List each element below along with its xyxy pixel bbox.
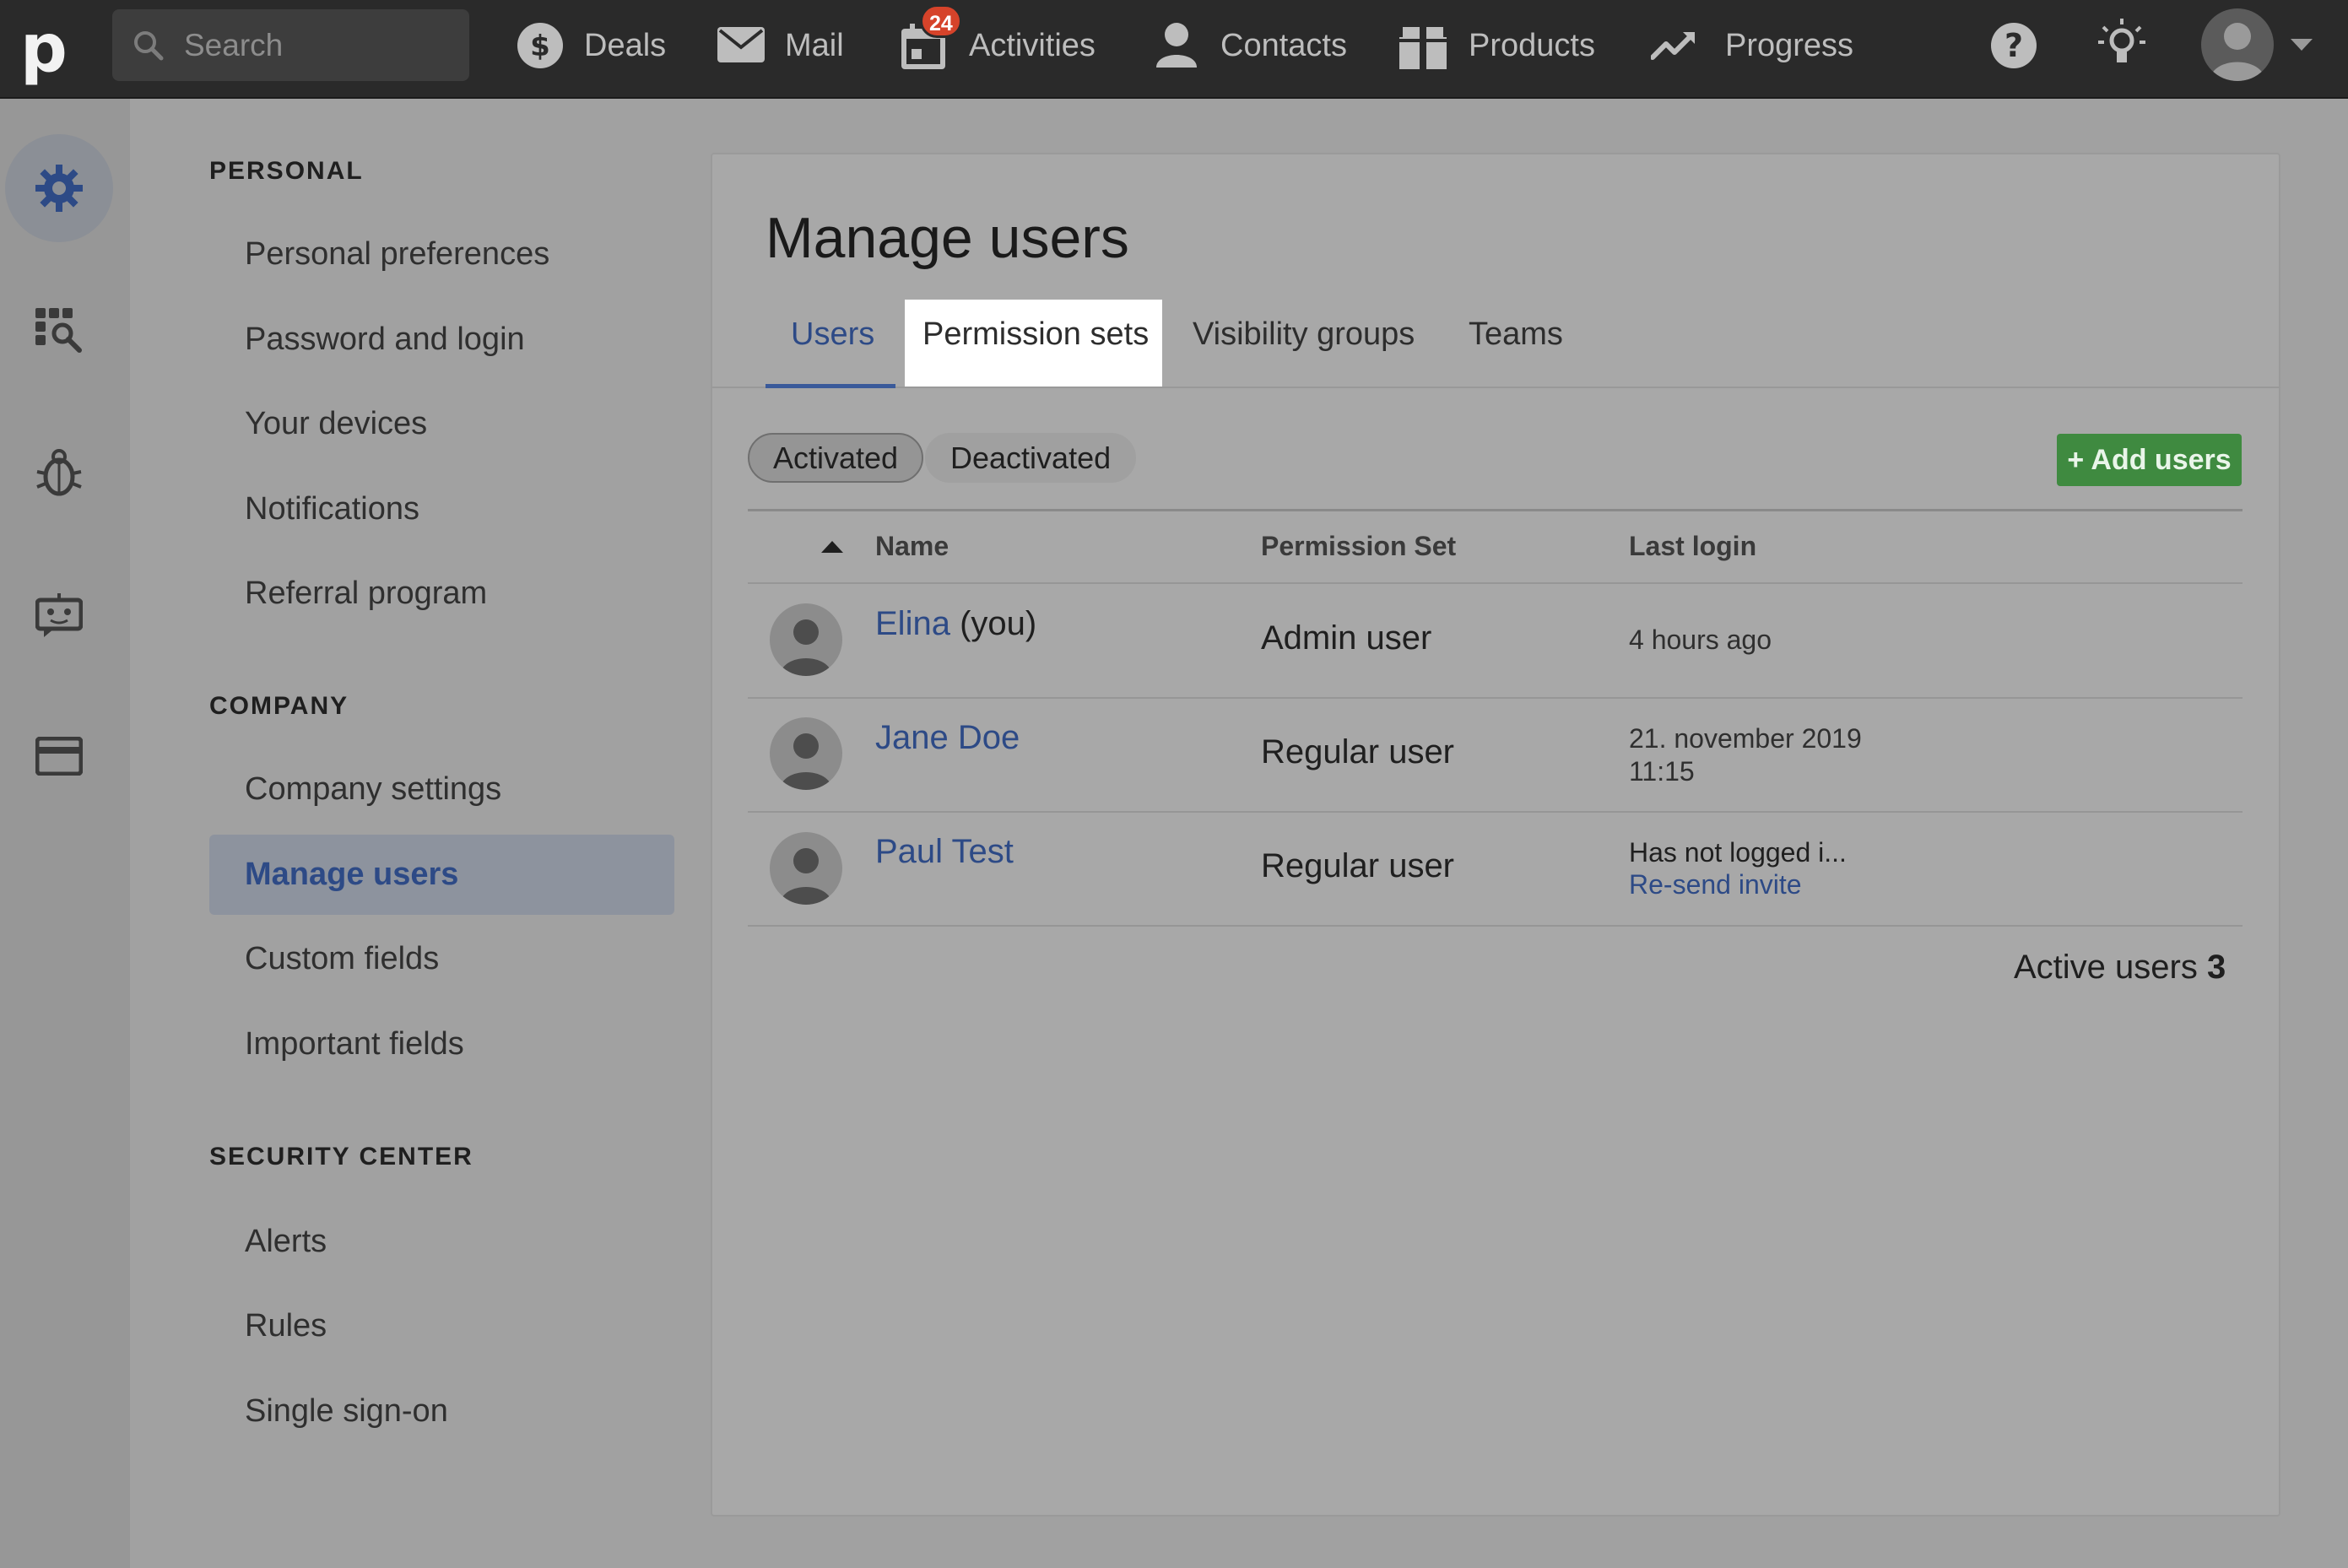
tab-permission-sets[interactable]: Permission sets (922, 316, 1149, 353)
sidebar-item-rules[interactable]: Rules (245, 1308, 327, 1344)
gear-icon[interactable] (35, 165, 83, 212)
sidebar-item-password-and-login[interactable]: Password and login (245, 322, 525, 358)
permission-set-value: Regular user (1261, 847, 1455, 884)
sidebar-item-single-sign-on[interactable]: Single sign-on (245, 1393, 448, 1430)
page-title: Manage users (766, 206, 1129, 270)
user-name-link[interactable]: Elina (875, 605, 950, 642)
row-divider (748, 811, 2243, 813)
avatar-placeholder-icon (780, 619, 832, 676)
permission-set-value: Admin user (1261, 619, 1432, 657)
grid-search-icon[interactable] (35, 308, 83, 355)
chevron-down-icon[interactable] (2291, 39, 2313, 52)
avatar-placeholder-icon (780, 848, 832, 905)
nav-label: Progress (1725, 28, 1854, 63)
activities-badge: 24 (920, 4, 962, 38)
user-avatar (770, 832, 842, 905)
last-login-value: 4 hours ago (1629, 624, 1772, 655)
sidebar-item-alerts[interactable]: Alerts (245, 1224, 327, 1260)
user-avatar (770, 717, 842, 790)
tab-visibility-groups[interactable]: Visibility groups (1193, 316, 1415, 353)
progress-icon (1651, 32, 1695, 60)
active-users-count: Active users 3 (2014, 949, 2226, 987)
last-login-date: 21. november 2019 (1629, 723, 1862, 754)
user-name-link[interactable]: Paul Test (875, 833, 1014, 871)
avatar-placeholder-icon (780, 733, 832, 790)
credit-card-icon[interactable] (35, 737, 83, 776)
search-input[interactable] (184, 24, 454, 67)
add-users-button[interactable]: + Add users (2057, 434, 2242, 486)
sidebar-item-manage-users[interactable]: Manage users (245, 857, 458, 893)
sidebar-item-custom-fields[interactable]: Custom fields (245, 941, 439, 977)
nav-label: Mail (785, 28, 844, 63)
products-icon (1399, 27, 1447, 69)
tabs-divider (711, 387, 2280, 388)
sidebar-item-company-settings[interactable]: Company settings (245, 771, 501, 808)
sidebar-item-personal-preferences[interactable]: Personal preferences (245, 236, 549, 273)
search-box[interactable] (112, 9, 469, 81)
active-users-number: 3 (2206, 949, 2226, 986)
nav-label: Deals (584, 28, 667, 63)
chat-bot-icon[interactable] (35, 592, 83, 639)
sort-ascending-icon[interactable] (821, 541, 843, 554)
row-divider (748, 697, 2243, 699)
dollar-icon: $ (517, 23, 563, 68)
nav-activities[interactable]: 24 Activities (901, 0, 1104, 93)
row-divider (748, 582, 2243, 584)
nav-label: Activities (969, 28, 1096, 63)
sidebar-item-referral-program[interactable]: Referral program (245, 576, 487, 612)
nav-contacts[interactable]: Contacts (1155, 0, 1357, 93)
contacts-icon (1156, 23, 1197, 68)
tab-users[interactable]: Users (791, 316, 874, 353)
lightbulb-icon[interactable] (2096, 17, 2147, 71)
last-login-time: 11:15 (1629, 756, 1695, 787)
sidebar-item-important-fields[interactable]: Important fields (245, 1026, 464, 1062)
svg-text:?: ? (2004, 27, 2023, 64)
resend-invite-link[interactable]: Re-send invite (1629, 869, 1802, 900)
user-avatar-menu[interactable] (2201, 8, 2274, 81)
column-header-name[interactable]: Name (875, 531, 949, 562)
avatar (2210, 23, 2265, 81)
row-divider (748, 925, 2243, 927)
filter-deactivated[interactable]: Deactivated (925, 433, 1137, 483)
top-navigation-bar: p $ Deals Mail 24 Activities (0, 0, 2348, 99)
nav-progress[interactable]: Progress (1651, 0, 1853, 93)
last-login-value: Has not logged i... (1629, 837, 1847, 868)
active-users-label: Active users (2014, 949, 2198, 986)
permission-set-value: Regular user (1261, 733, 1455, 770)
settings-rail (0, 99, 130, 1568)
column-header-permission-set[interactable]: Permission Set (1261, 531, 1456, 562)
nav-mail[interactable]: Mail (717, 0, 852, 93)
nav-deals[interactable]: $ Deals (517, 0, 668, 93)
nav-label: Contacts (1220, 28, 1347, 63)
user-avatar (770, 603, 842, 676)
table-header-top-border (748, 509, 2243, 511)
filter-activated[interactable]: Activated (748, 433, 924, 483)
table-row-name[interactable]: Elina (you) (875, 605, 1036, 643)
you-suffix: (you) (960, 605, 1037, 642)
tab-teams[interactable]: Teams (1469, 316, 1563, 353)
help-icon[interactable]: ? (1990, 22, 2037, 69)
pipedrive-logo[interactable]: p (20, 15, 73, 83)
column-header-last-login[interactable]: Last login (1629, 531, 1756, 562)
nav-label: Products (1469, 28, 1595, 63)
sidebar-heading-personal: PERSONAL (209, 157, 364, 185)
sidebar-item-your-devices[interactable]: Your devices (245, 406, 427, 442)
sidebar-item-notifications[interactable]: Notifications (245, 491, 419, 527)
svg-text:$: $ (530, 30, 550, 63)
sidebar-heading-security-center: SECURITY CENTER (209, 1143, 473, 1171)
sidebar-heading-company: COMPANY (209, 692, 349, 720)
search-icon (134, 31, 164, 61)
user-name-link[interactable]: Jane Doe (875, 719, 1020, 757)
tab-active-underline (766, 384, 895, 388)
nav-products[interactable]: Products (1399, 0, 1602, 93)
bug-icon[interactable] (35, 448, 83, 499)
mail-icon (717, 27, 765, 62)
